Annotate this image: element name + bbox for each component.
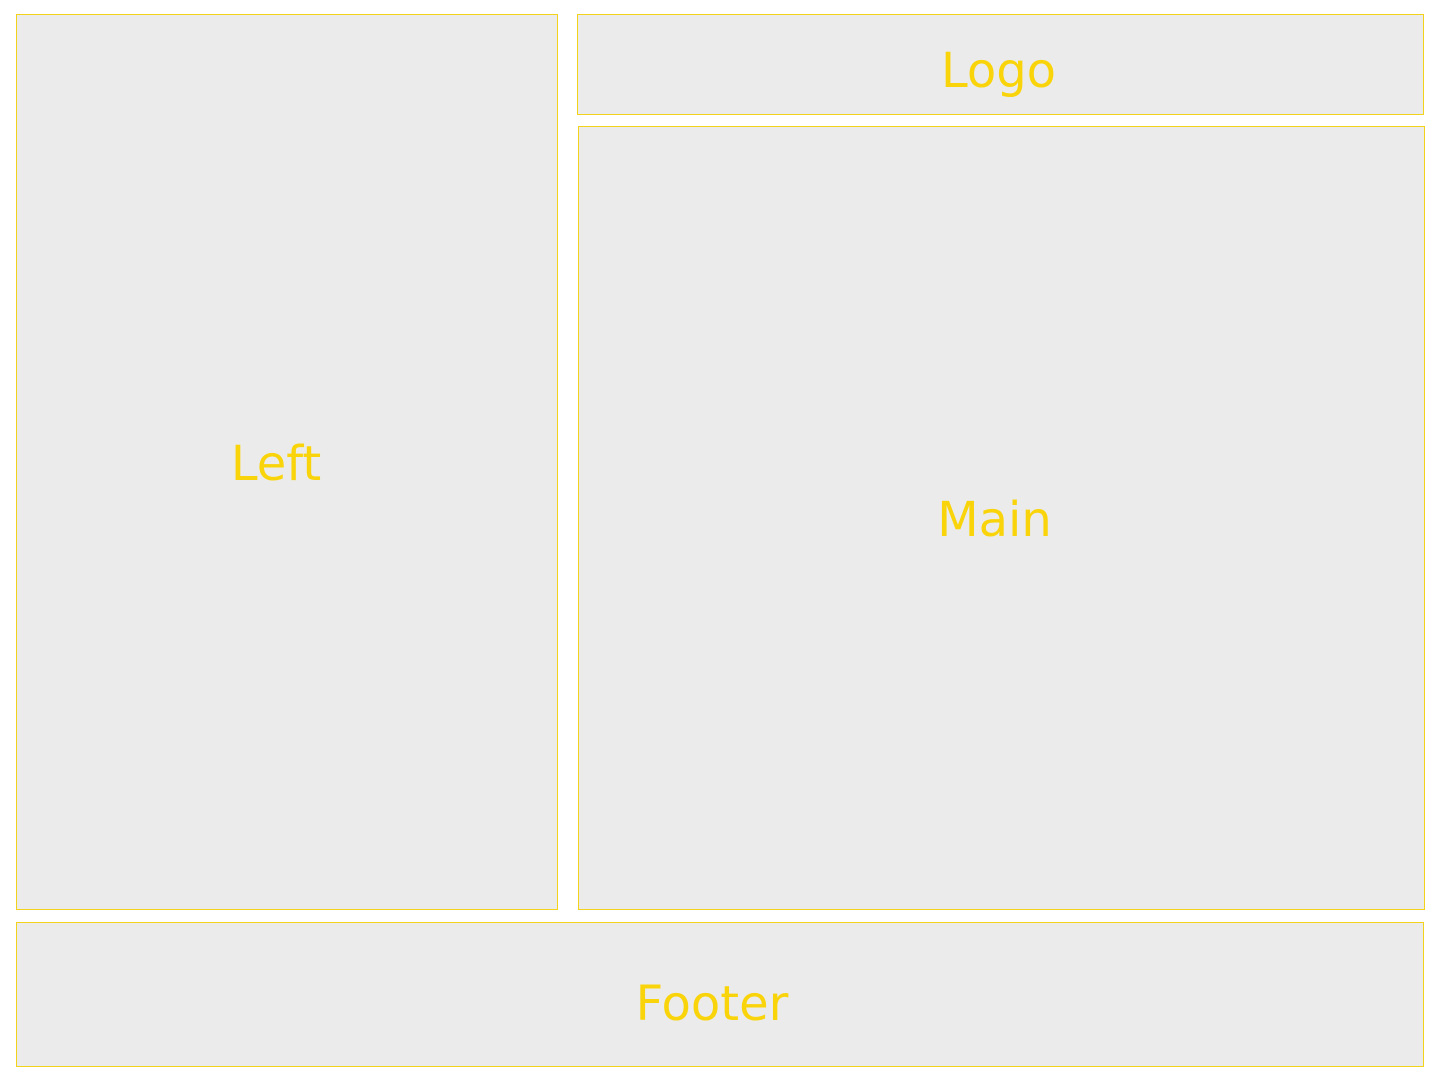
footer-label: Footer <box>635 975 789 1032</box>
logo-label: Logo <box>940 42 1057 99</box>
main-panel-label: Main <box>937 492 1052 548</box>
logo-panel: Logo <box>577 14 1424 115</box>
main-panel: Main <box>578 126 1425 910</box>
footer-panel: Footer <box>16 922 1424 1067</box>
left-panel: Left <box>16 14 558 910</box>
left-panel-label: Left <box>230 436 322 492</box>
